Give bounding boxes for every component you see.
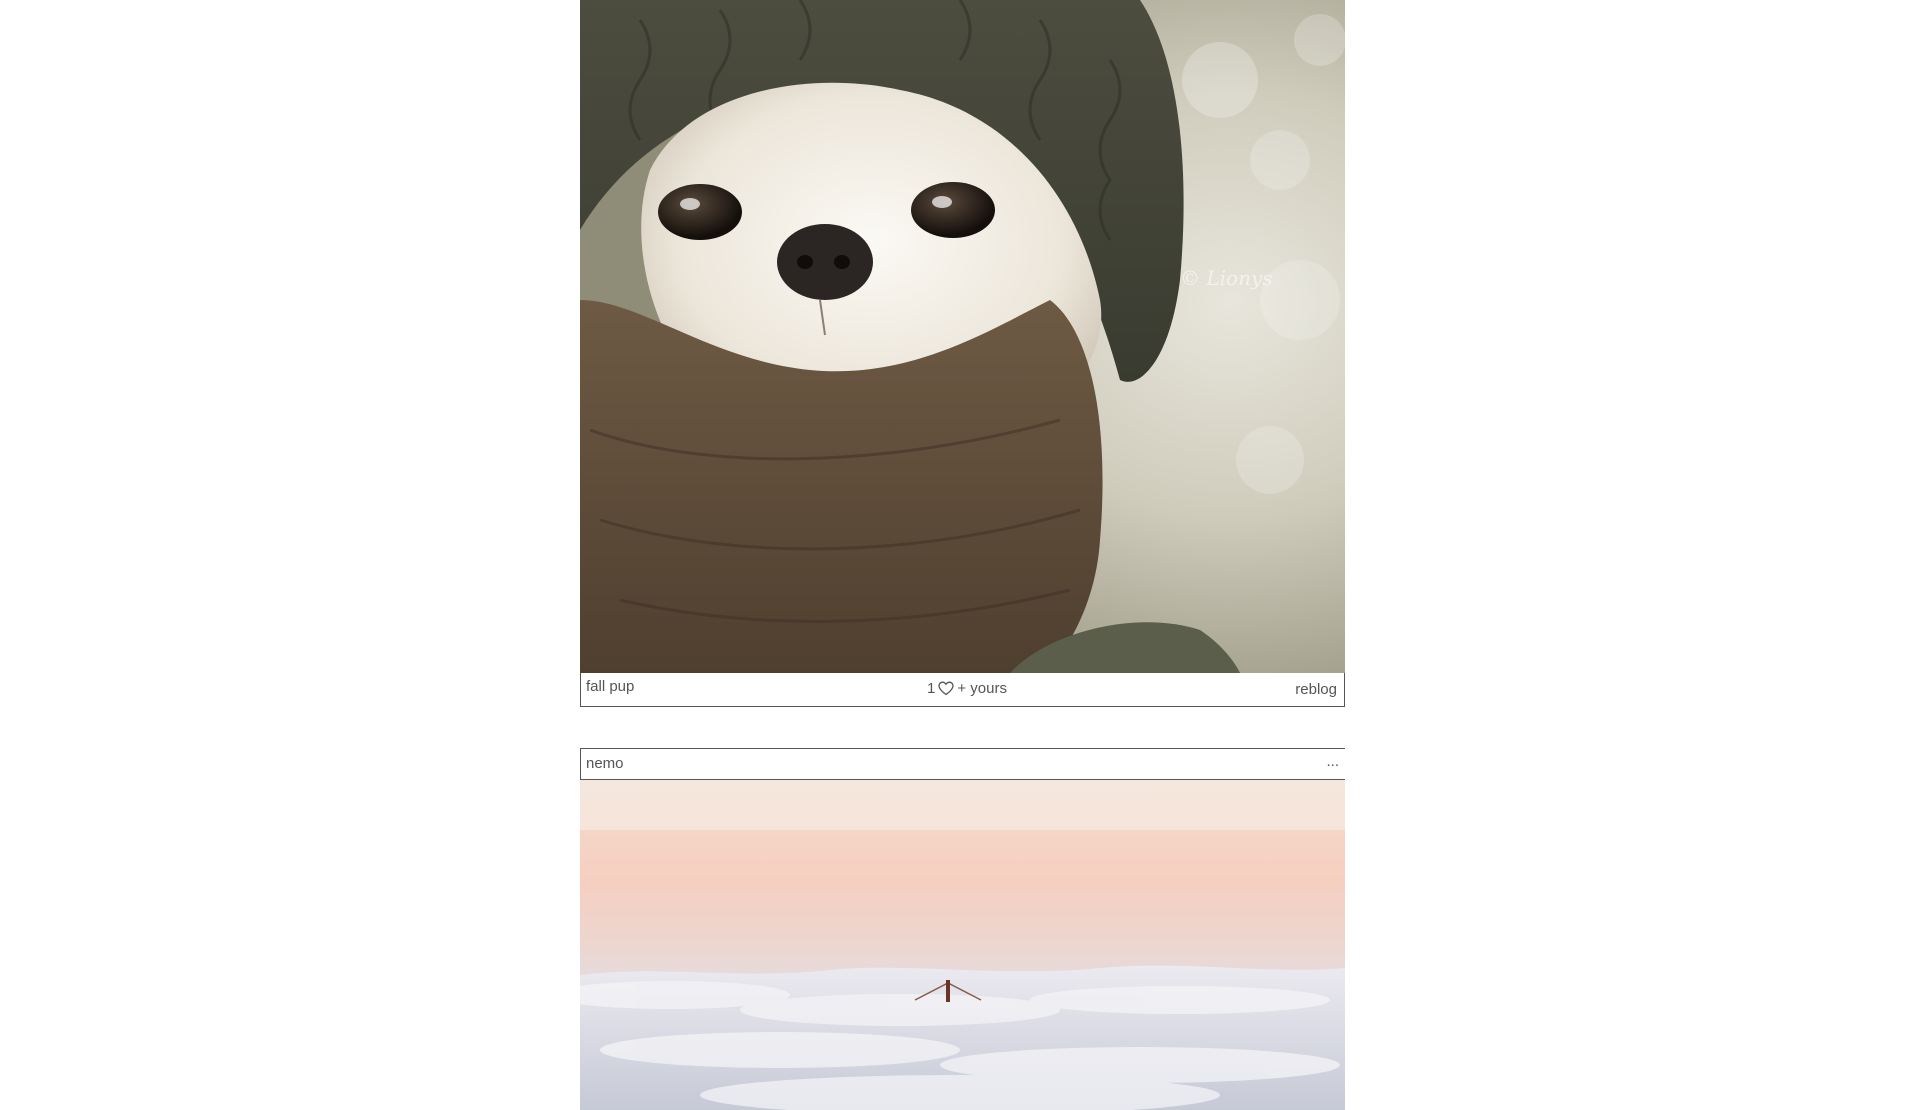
- svg-text:© Lionys: © Lionys: [1180, 266, 1273, 290]
- post-spacer: [580, 707, 1345, 748]
- photo-post: nemo ...: [580, 748, 1345, 1110]
- post-caption: fall pup: [586, 678, 635, 695]
- heart-icon[interactable]: [938, 681, 954, 696]
- more-options-button[interactable]: ...: [1326, 753, 1339, 770]
- notes-number: 1: [927, 680, 936, 697]
- post-feed: © Lionys fall pup 1 + yours reblog nemo …: [580, 0, 1345, 1110]
- post-photo[interactable]: © Lionys: [580, 0, 1345, 673]
- photo-post: © Lionys fall pup 1 + yours reblog: [580, 0, 1345, 707]
- notes-count[interactable]: 1 + yours: [927, 680, 1007, 697]
- post-photo[interactable]: [580, 780, 1345, 1110]
- reblog-link[interactable]: reblog: [1295, 681, 1337, 698]
- post-header: nemo ...: [580, 748, 1345, 780]
- dog-photo-illustration: © Lionys: [580, 0, 1345, 673]
- post-footer: fall pup 1 + yours reblog: [580, 673, 1345, 707]
- notes-suffix: + yours: [957, 680, 1007, 697]
- clouds-bridge-illustration: [580, 780, 1345, 1110]
- post-author[interactable]: nemo: [586, 755, 624, 772]
